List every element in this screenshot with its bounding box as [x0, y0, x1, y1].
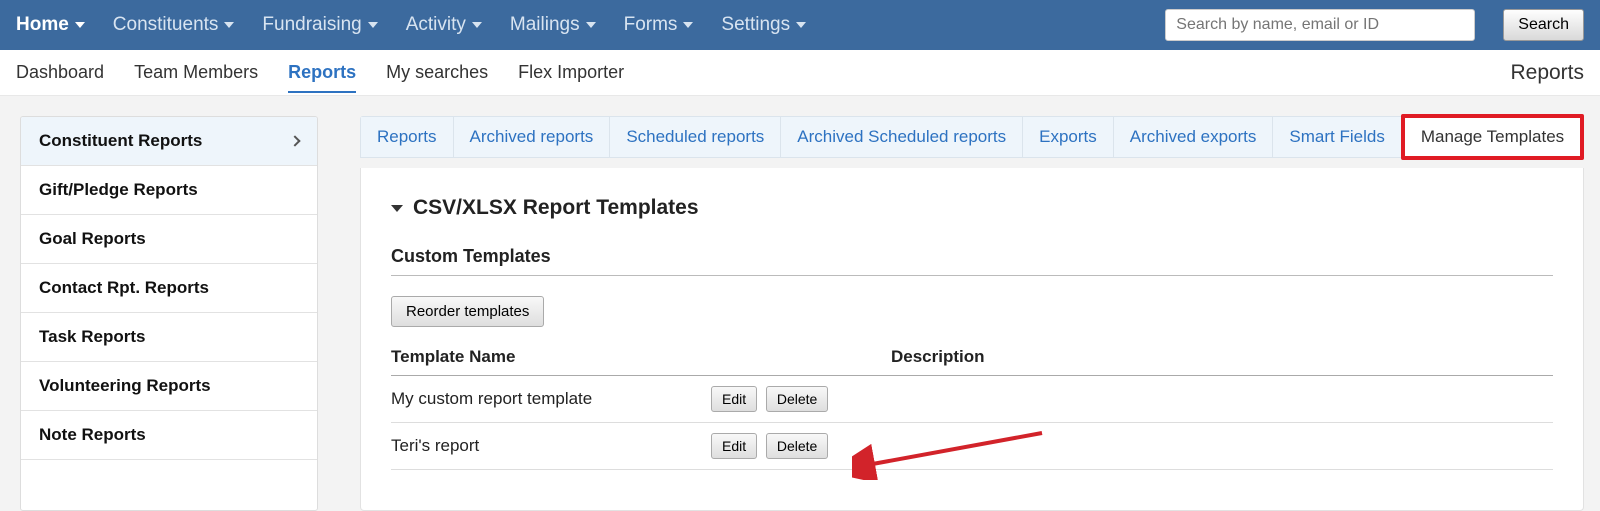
template-desc-cell [891, 423, 1553, 470]
tab-archived-reports[interactable]: Archived reports [454, 117, 611, 157]
sidebar-item-gift-pledge-reports[interactable]: Gift/Pledge Reports [21, 166, 317, 215]
template-actions-cell: Edit Delete [711, 376, 891, 423]
chevron-down-icon [75, 22, 85, 28]
chevron-down-icon [472, 22, 482, 28]
table-row: My custom report template Edit Delete [391, 376, 1553, 423]
subnav-flex-importer[interactable]: Flex Importer [518, 62, 624, 83]
nav-label: Constituents [113, 14, 219, 36]
table-header-row: Template Name Description [391, 341, 1553, 376]
template-name-cell: My custom report template [391, 376, 711, 423]
top-nav: Home Constituents Fundraising Activity M… [0, 0, 1600, 50]
chevron-down-icon [683, 22, 693, 28]
page-title: Reports [1510, 61, 1584, 85]
sidebar-item-constituent-reports[interactable]: Constituent Reports [21, 117, 317, 166]
nav-label: Mailings [510, 14, 580, 36]
search-input[interactable] [1165, 9, 1475, 41]
delete-button[interactable]: Delete [766, 386, 828, 412]
nav-mailings[interactable]: Mailings [510, 14, 596, 36]
chevron-down-icon [586, 22, 596, 28]
section-title-text: CSV/XLSX Report Templates [413, 196, 699, 220]
template-desc-cell [891, 376, 1553, 423]
sidebar-item-volunteering-reports[interactable]: Volunteering Reports [21, 362, 317, 411]
template-actions-cell: Edit Delete [711, 423, 891, 470]
edit-button[interactable]: Edit [711, 433, 757, 459]
sub-nav: Dashboard Team Members Reports My search… [0, 50, 1600, 96]
nav-home[interactable]: Home [16, 14, 85, 36]
nav-label: Home [16, 14, 69, 36]
search-button[interactable]: Search [1503, 9, 1584, 41]
nav-label: Activity [406, 14, 466, 36]
content-area: Constituent Reports Gift/Pledge Reports … [0, 96, 1600, 511]
main-panel: Reports Archived reports Scheduled repor… [360, 116, 1584, 511]
chevron-down-icon [224, 22, 234, 28]
tab-manage-templates[interactable]: Manage Templates [1401, 114, 1584, 160]
subsection-title: Custom Templates [391, 246, 1553, 276]
tab-smart-fields[interactable]: Smart Fields [1273, 117, 1401, 157]
subnav-reports[interactable]: Reports [288, 62, 356, 93]
chevron-down-icon [796, 22, 806, 28]
sidebar-item-contact-rpt-reports[interactable]: Contact Rpt. Reports [21, 264, 317, 313]
sidebar-item-label: Task Reports [39, 327, 145, 347]
tab-scheduled-reports[interactable]: Scheduled reports [610, 117, 781, 157]
sidebar-item-label: Constituent Reports [39, 131, 202, 151]
subnav-dashboard[interactable]: Dashboard [16, 62, 104, 83]
sidebar-item-label: Gift/Pledge Reports [39, 180, 198, 200]
sidebar-item-label: Note Reports [39, 425, 146, 445]
delete-button[interactable]: Delete [766, 433, 828, 459]
col-template-name: Template Name [391, 341, 711, 376]
tab-exports[interactable]: Exports [1023, 117, 1114, 157]
sidebar-item-label: Contact Rpt. Reports [39, 278, 209, 298]
nav-constituents[interactable]: Constituents [113, 14, 235, 36]
templates-panel: CSV/XLSX Report Templates Custom Templat… [360, 168, 1584, 511]
nav-label: Forms [624, 14, 678, 36]
nav-label: Fundraising [262, 14, 361, 36]
edit-button[interactable]: Edit [711, 386, 757, 412]
col-actions [711, 341, 891, 376]
sidebar: Constituent Reports Gift/Pledge Reports … [20, 116, 318, 511]
sidebar-item-label: Goal Reports [39, 229, 146, 249]
chevron-right-icon [289, 135, 300, 146]
template-name-cell: Teri's report [391, 423, 711, 470]
reorder-templates-button[interactable]: Reorder templates [391, 296, 544, 327]
col-description: Description [891, 341, 1553, 376]
section-title[interactable]: CSV/XLSX Report Templates [391, 196, 1553, 220]
sidebar-item-goal-reports[interactable]: Goal Reports [21, 215, 317, 264]
subnav-team-members[interactable]: Team Members [134, 62, 258, 83]
chevron-down-icon [391, 205, 403, 212]
subnav-my-searches[interactable]: My searches [386, 62, 488, 83]
nav-activity[interactable]: Activity [406, 14, 482, 36]
sidebar-item-task-reports[interactable]: Task Reports [21, 313, 317, 362]
tab-reports[interactable]: Reports [361, 117, 454, 157]
sidebar-item-label: Volunteering Reports [39, 376, 211, 396]
nav-settings[interactable]: Settings [721, 14, 806, 36]
nav-forms[interactable]: Forms [624, 14, 694, 36]
nav-fundraising[interactable]: Fundraising [262, 14, 377, 36]
sidebar-item-note-reports[interactable]: Note Reports [21, 411, 317, 460]
tab-archived-scheduled-reports[interactable]: Archived Scheduled reports [781, 117, 1023, 157]
chevron-down-icon [368, 22, 378, 28]
tab-row: Reports Archived reports Scheduled repor… [360, 116, 1584, 158]
templates-table: Template Name Description My custom repo… [391, 341, 1553, 470]
nav-label: Settings [721, 14, 790, 36]
table-row: Teri's report Edit Delete [391, 423, 1553, 470]
tab-archived-exports[interactable]: Archived exports [1114, 117, 1274, 157]
